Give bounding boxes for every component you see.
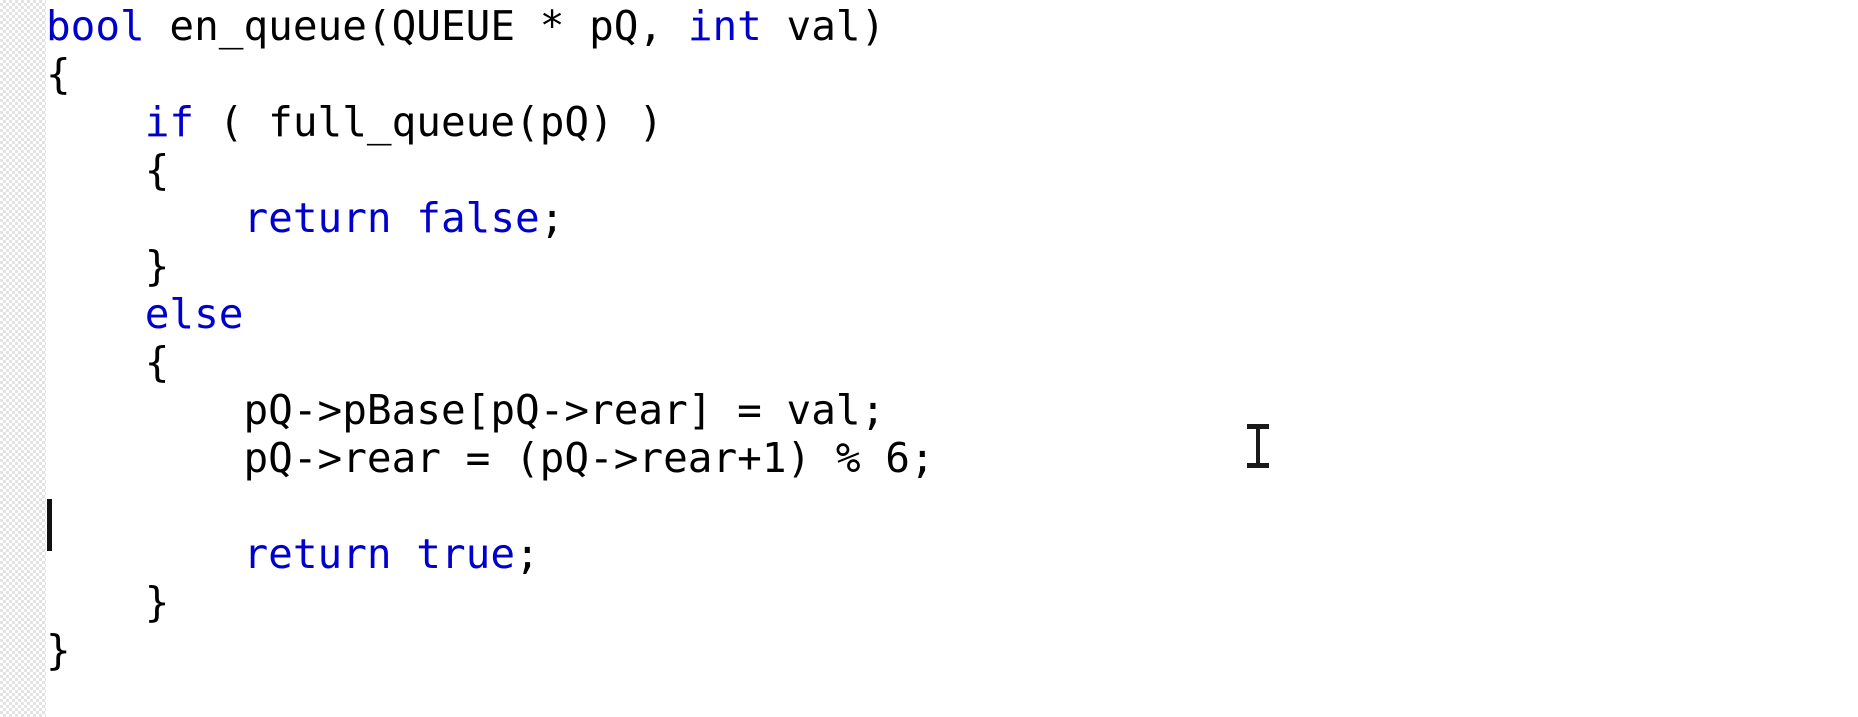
- code-text-token: }: [46, 578, 170, 626]
- code-keyword-token: return false: [243, 194, 540, 242]
- code-keyword-token: else: [144, 290, 244, 338]
- code-text-token: ;: [515, 530, 540, 578]
- ibeam-mouse-pointer-icon: [1243, 423, 1273, 469]
- code-line[interactable]: return true;: [46, 530, 540, 578]
- code-line[interactable]: return false;: [46, 194, 564, 242]
- code-text-token: {: [46, 338, 170, 386]
- code-text-token: }: [46, 242, 170, 290]
- code-line[interactable]: }: [46, 242, 170, 290]
- ibeam-stem: [1256, 427, 1260, 465]
- code-text-token: }: [46, 626, 71, 674]
- code-line[interactable]: }: [46, 578, 170, 626]
- code-text-token: ;: [539, 194, 565, 242]
- code-editor-window[interactable]: bool en_queue(QUEUE * pQ, int val){ if (…: [0, 0, 1858, 717]
- code-line[interactable]: pQ->rear = (pQ->rear+1) % 6;: [46, 434, 935, 482]
- code-text-token: ( full_queue(pQ) ): [194, 98, 664, 146]
- code-text-token: {: [46, 50, 71, 98]
- code-text-token: pQ->pBase[pQ->rear] = val;: [46, 386, 886, 434]
- code-keyword-token: if: [144, 98, 195, 146]
- code-text-token: val): [761, 2, 886, 50]
- code-line[interactable]: else: [46, 290, 244, 338]
- code-text-area[interactable]: bool en_queue(QUEUE * pQ, int val){ if (…: [0, 0, 1858, 717]
- code-line[interactable]: if ( full_queue(pQ) ): [46, 98, 663, 146]
- ibeam-bottom-serif: [1247, 463, 1269, 468]
- code-line[interactable]: {: [46, 338, 170, 386]
- code-line[interactable]: }: [46, 626, 71, 674]
- code-line[interactable]: bool en_queue(QUEUE * pQ, int val): [46, 2, 885, 50]
- code-text-token: {: [46, 146, 170, 194]
- code-line[interactable]: {: [46, 146, 170, 194]
- code-line[interactable]: pQ->pBase[pQ->rear] = val;: [46, 386, 885, 434]
- code-keyword-token: bool: [46, 2, 145, 50]
- code-line[interactable]: {: [46, 50, 71, 98]
- code-text-token: en_queue(QUEUE * pQ,: [144, 2, 688, 50]
- code-keyword-token: return true: [243, 530, 516, 578]
- code-keyword-token: int: [687, 2, 762, 50]
- text-insertion-caret: [47, 499, 52, 551]
- code-text-token: pQ->rear = (pQ->rear+1) % 6;: [46, 434, 935, 482]
